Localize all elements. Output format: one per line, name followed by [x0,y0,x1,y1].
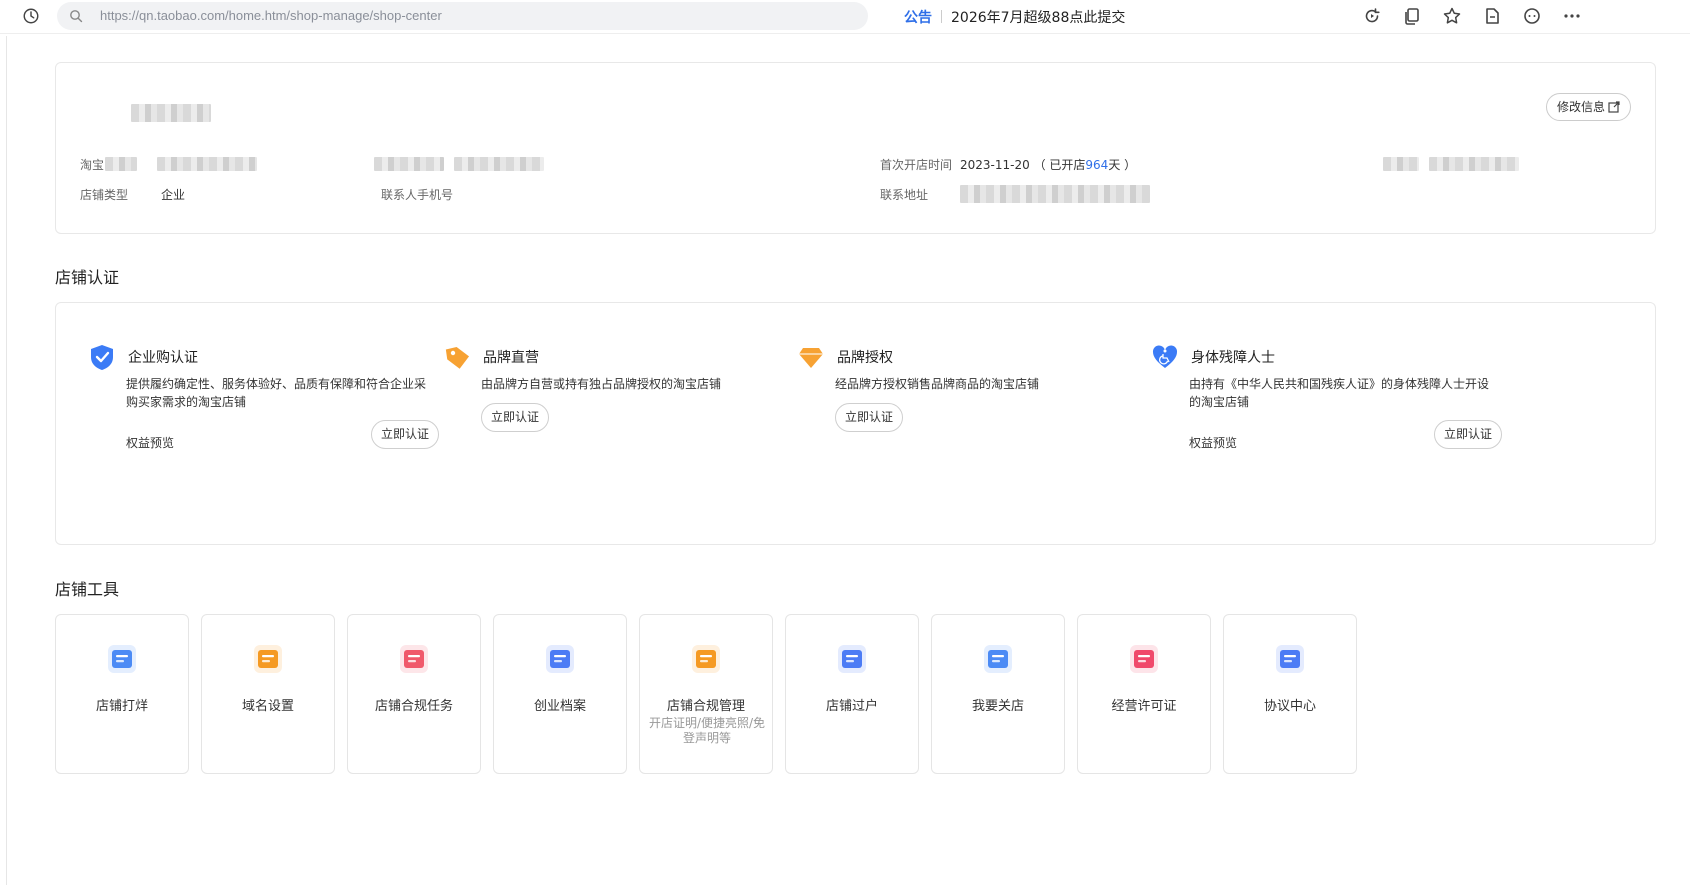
certify-now-button[interactable]: 立即认证 [835,403,904,432]
domain-icon [254,645,282,673]
open-suffix: 天 ） [1108,158,1137,172]
tool-name: 我要关店 [971,699,1024,714]
external-link-icon [1608,101,1620,113]
cert-item: 品牌直营 由品牌方自营或持有独占品牌授权的淘宝店铺 立即认证 [443,303,783,503]
benefit-preview-link[interactable]: 权益预览 [1189,434,1237,451]
benefit-preview-link[interactable]: 权益预览 [126,434,174,451]
browser-toolbar: https://qn.taobao.com/home.htm/shop-mana… [0,0,1690,34]
redacted-label [374,157,444,171]
tools-grid: 店铺打烊 域名设置 店铺合规任务 创业档案 店铺合规管理 开店证明/便捷亮照/免… [55,614,1357,774]
cert-description: 由品牌方自营或持有独占品牌授权的淘宝店铺 [481,377,722,391]
certification-title: 店铺认证 [55,268,120,287]
first-open-value: 2023-11-20 （ 已开店964天 ） [960,156,1136,173]
tool-name: 店铺过户 [825,699,878,714]
divider [941,10,942,23]
url-text[interactable]: https://qn.taobao.com/home.htm/shop-mana… [100,8,442,23]
first-open-label: 首次开店时间 [880,158,953,172]
archive-icon [546,645,574,673]
taobao-label: 淘宝 [80,158,105,172]
diamond-icon [799,348,823,368]
edit-info-label: 修改信息 [1556,100,1605,114]
license-icon [1130,645,1158,673]
tool-name: 经营许可证 [1111,699,1177,714]
cert-description: 经品牌方授权销售品牌商品的淘宝店铺 [835,377,1040,391]
certify-now-button[interactable]: 立即认证 [1434,420,1503,449]
tool-card[interactable]: 店铺合规任务 [347,614,481,774]
edit-info-button[interactable]: 修改信息 [1545,93,1631,121]
tool-card[interactable]: 我要关店 [931,614,1065,774]
compliance-shield-icon [400,645,428,673]
tool-card[interactable]: 协议中心 [1223,614,1357,774]
tag-icon [445,346,470,369]
copy-icon[interactable] [1402,6,1422,26]
refresh-icon[interactable] [1362,6,1382,26]
tool-name: 店铺打烊 [95,699,148,714]
shop-info-card: 修改信息 淘宝 首次开店时间 2023-11-20 （ 已开店964天 ） 店铺… [55,62,1656,234]
cert-name: 品牌授权 [837,350,893,366]
tool-card[interactable]: 店铺打烊 [55,614,189,774]
chat-icon[interactable] [1522,6,1542,26]
first-open-date: 2023-11-20 [960,158,1030,172]
cert-name: 企业购认证 [128,350,198,366]
tool-name: 店铺合规管理 [666,699,745,714]
file-icon[interactable] [1482,6,1502,26]
redacted-value [157,157,257,171]
cert-name: 身体残障人士 [1191,350,1275,366]
tools-title: 店铺工具 [55,580,120,599]
contact-phone-label: 联系人手机号 [381,188,454,202]
cert-name: 品牌直营 [483,350,539,366]
certify-now-button[interactable]: 立即认证 [371,420,440,449]
certification-card: 企业购认证 提供履约确定性、服务体验好、品质有保障和符合企业采购买家需求的淘宝店… [55,302,1656,545]
agreement-icon [1276,645,1304,673]
search-icon [70,10,83,23]
cert-item: 身体残障人士 由持有《中华人民共和国残疾人证》的身体残障人士开设的淘宝店铺 权益… [1151,303,1503,503]
redacted-label [1383,157,1419,171]
address-bar[interactable]: https://qn.taobao.com/home.htm/shop-mana… [57,2,868,30]
announcement[interactable]: 公告 2026年7月超级88点此提交 [904,7,1125,27]
cert-item: 品牌授权 经品牌方授权销售品牌商品的淘宝店铺 立即认证 [797,303,1137,503]
tool-name: 店铺合规任务 [374,699,453,714]
more-icon[interactable] [1562,6,1582,26]
cert-description: 由持有《中华人民共和国残疾人证》的身体残障人士开设的淘宝店铺 [1189,377,1490,409]
shop-close-icon [108,645,136,673]
shop-type-label: 店铺类型 [80,188,129,202]
certify-now-button[interactable]: 立即认证 [481,403,550,432]
left-border [6,36,7,885]
redacted-address [960,185,1150,203]
tool-name: 创业档案 [533,699,586,714]
tool-card[interactable]: 店铺合规管理 开店证明/便捷亮照/免登声明等 [639,614,773,774]
redacted-value [1429,157,1519,171]
document-lock-icon [692,645,720,673]
redacted-value [105,157,137,171]
transfer-icon [838,645,866,673]
redacted-value [454,157,544,171]
shop-name-redacted [131,104,211,122]
cert-description: 提供履约确定性、服务体验好、品质有保障和符合企业采购买家需求的淘宝店铺 [126,377,427,409]
tool-name: 协议中心 [1263,699,1316,714]
cert-item: 企业购认证 提供履约确定性、服务体验好、品质有保障和符合企业采购买家需求的淘宝店… [88,303,440,503]
shield-check-icon [91,345,113,370]
card-icon [984,645,1012,673]
tool-card[interactable]: 店铺过户 [785,614,919,774]
tool-subtitle: 开店证明/便捷亮照/免登声明等 [648,716,766,745]
contact-address-label: 联系地址 [880,188,929,202]
announcement-text[interactable]: 2026年7月超级88点此提交 [951,10,1125,26]
open-prefix: （ 已开店 [1033,158,1086,172]
tool-name: 域名设置 [241,699,294,714]
star-icon[interactable] [1442,6,1462,26]
tool-card[interactable]: 域名设置 [201,614,335,774]
announcement-tag: 公告 [904,10,932,26]
heart-accessibility-icon [1152,345,1178,368]
open-days: 964 [1085,158,1109,172]
tool-card[interactable]: 创业档案 [493,614,627,774]
history-icon[interactable] [22,7,40,25]
tool-card[interactable]: 经营许可证 [1077,614,1211,774]
shop-type-value: 企业 [161,188,186,202]
